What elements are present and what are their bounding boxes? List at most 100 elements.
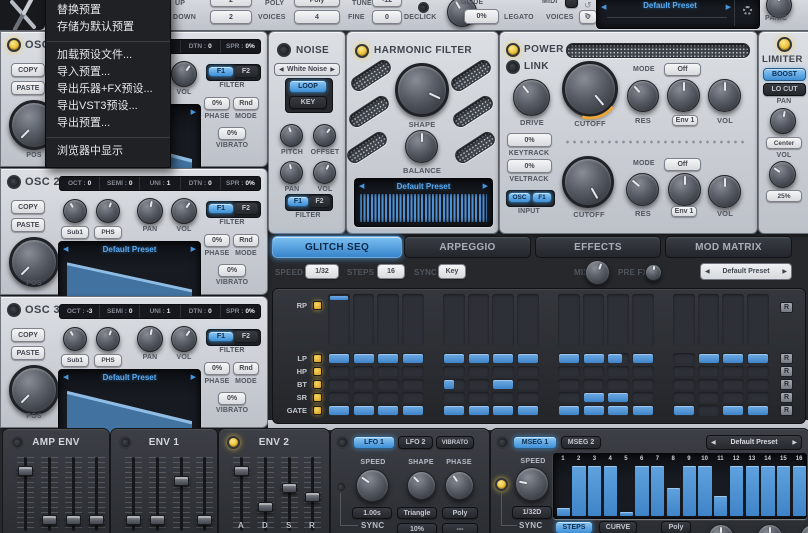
boost-button[interactable]: BOOST bbox=[763, 68, 806, 81]
seq-cell[interactable] bbox=[353, 366, 375, 377]
osc1-spr[interactable]: SPR :0% bbox=[221, 40, 260, 53]
seq-cell[interactable] bbox=[583, 405, 605, 416]
limiter-pan-value[interactable]: Center bbox=[766, 137, 802, 149]
osc1-wave-next-icon[interactable]: ▶ bbox=[191, 108, 196, 116]
mseg-sync-led[interactable] bbox=[495, 478, 508, 491]
seq-cell[interactable] bbox=[673, 379, 695, 390]
limiter-pan-knob[interactable] bbox=[770, 108, 796, 134]
seq-rp-cell[interactable] bbox=[607, 294, 629, 346]
input-f1-button[interactable]: F1 bbox=[532, 192, 552, 203]
mseg-bar[interactable] bbox=[793, 466, 806, 516]
osc1-led[interactable] bbox=[7, 38, 21, 52]
osc3-semi[interactable]: SEMI :0 bbox=[100, 305, 140, 318]
seq-cell[interactable] bbox=[698, 353, 720, 364]
osc3-phs-select[interactable]: PHS bbox=[94, 354, 122, 367]
harmonic-prev-icon[interactable]: ◀ bbox=[359, 182, 364, 190]
tab-lfo1[interactable]: LFO 1 bbox=[353, 436, 395, 449]
osc2-sub-select[interactable]: Sub1 bbox=[61, 226, 89, 239]
mseg-bar[interactable] bbox=[572, 466, 585, 516]
seq-cell[interactable] bbox=[747, 353, 769, 364]
seq-row-reset-button[interactable]: R bbox=[780, 366, 793, 377]
mseg-bar[interactable] bbox=[730, 466, 743, 516]
tab-lfo2[interactable]: LFO 2 bbox=[398, 436, 433, 449]
noise-pitch-knob[interactable] bbox=[280, 124, 303, 147]
mseg-led[interactable] bbox=[496, 436, 509, 449]
redo-icon[interactable]: ↻ bbox=[584, 12, 592, 21]
seq-cell[interactable] bbox=[698, 405, 720, 416]
mode-value-1[interactable]: Off bbox=[664, 63, 701, 76]
osc3-f2-button[interactable]: F2 bbox=[234, 331, 258, 342]
tab-vibrato[interactable]: VIBRATO bbox=[436, 436, 474, 449]
osc2-phs-knob[interactable] bbox=[96, 199, 120, 223]
mseg-bar[interactable] bbox=[651, 466, 664, 516]
seq-cell[interactable] bbox=[558, 405, 580, 416]
seq-rp-cell[interactable] bbox=[747, 294, 769, 346]
seq-rp-cell[interactable] bbox=[377, 294, 399, 346]
seq-cell[interactable] bbox=[328, 392, 350, 403]
seq-cell[interactable] bbox=[492, 379, 514, 390]
mseg-bar[interactable] bbox=[620, 512, 633, 516]
seq-cell[interactable] bbox=[632, 392, 654, 403]
seq-cell[interactable] bbox=[722, 405, 744, 416]
seq-cell[interactable] bbox=[747, 405, 769, 416]
tab-effects[interactable]: EFFECTS bbox=[535, 236, 661, 258]
glide-value[interactable]: 0% bbox=[464, 9, 499, 24]
link-led[interactable] bbox=[506, 60, 520, 74]
osc2-f2-button[interactable]: F2 bbox=[234, 203, 258, 214]
mseg-speed-knob[interactable] bbox=[515, 467, 549, 501]
mix-knob[interactable] bbox=[585, 260, 610, 285]
seq-cell[interactable] bbox=[402, 366, 424, 377]
env-fader-2[interactable] bbox=[150, 515, 165, 525]
osc2-f1-button[interactable]: F1 bbox=[208, 203, 234, 214]
osc2-wave-next-icon[interactable]: ▶ bbox=[191, 245, 196, 253]
osc1-paste-button[interactable]: PASTE bbox=[11, 81, 45, 95]
seq-cell[interactable] bbox=[673, 405, 695, 416]
osc1-phase-value[interactable]: 0% bbox=[204, 97, 230, 110]
seq-cell[interactable] bbox=[747, 379, 769, 390]
osc3-mode-value[interactable]: Rnd bbox=[233, 362, 259, 375]
menu-item[interactable]: 加载预设文件... bbox=[46, 47, 170, 64]
mseg-display[interactable]: 12345678910111213141516 bbox=[553, 453, 807, 519]
seq-cell[interactable] bbox=[583, 379, 605, 390]
noise-type-selector[interactable]: ◀ White Noise ▶ bbox=[274, 63, 340, 76]
noise-prev-icon[interactable]: ◀ bbox=[279, 66, 284, 73]
osc3-paste-button[interactable]: PASTE bbox=[11, 346, 45, 360]
seq-preset-selector[interactable]: ◀ Default Preset ▶ bbox=[700, 263, 792, 280]
veltrack-value[interactable]: 0% bbox=[507, 159, 552, 173]
tab-mseg1[interactable]: MSEG 1 bbox=[513, 436, 557, 449]
fine-value[interactable]: 0 bbox=[372, 10, 402, 24]
res-knob-1[interactable] bbox=[627, 80, 659, 112]
balance-knob[interactable] bbox=[405, 130, 438, 163]
osc3-phase-value[interactable]: 0% bbox=[204, 362, 230, 375]
seq-cell[interactable] bbox=[698, 379, 720, 390]
tab-glitch-seq[interactable]: GLITCH SEQ bbox=[272, 236, 402, 258]
seq-cell[interactable] bbox=[632, 353, 654, 364]
osc2-phase-value[interactable]: 0% bbox=[204, 234, 230, 247]
noise-key-button[interactable]: KEY bbox=[289, 96, 327, 109]
menu-item[interactable]: 浏览器中显示 bbox=[46, 143, 170, 160]
env-amount-knob-2[interactable] bbox=[668, 173, 701, 206]
seq-rp-cell[interactable] bbox=[353, 294, 375, 346]
noise-offset-knob[interactable] bbox=[313, 124, 336, 147]
osc2-pan-knob[interactable] bbox=[137, 198, 163, 224]
harmonic-display[interactable]: ◀ Default Preset ▶ bbox=[354, 178, 493, 227]
osc2-phs-select[interactable]: PHS bbox=[94, 226, 122, 239]
osc2-copy-button[interactable]: COPY bbox=[11, 200, 45, 214]
menu-item[interactable]: 替换预置 bbox=[46, 2, 170, 19]
down-value[interactable]: 2 bbox=[210, 10, 252, 24]
seq-rp-cell[interactable] bbox=[632, 294, 654, 346]
seq-row-reset-button[interactable]: R bbox=[780, 353, 793, 364]
seq-cell[interactable] bbox=[722, 366, 744, 377]
seq-cell[interactable] bbox=[353, 392, 375, 403]
osc2-semi[interactable]: SEMI :0 bbox=[100, 177, 140, 190]
seq-preset-prev-icon[interactable]: ◀ bbox=[705, 268, 710, 275]
sync-value[interactable]: Key bbox=[438, 264, 466, 279]
mseg-bar[interactable] bbox=[714, 496, 727, 516]
seq-cell[interactable] bbox=[698, 392, 720, 403]
env-fader-A[interactable] bbox=[234, 466, 249, 476]
osc2-paste-button[interactable]: PASTE bbox=[11, 218, 45, 232]
seq-cell[interactable] bbox=[402, 353, 424, 364]
osc3-copy-button[interactable]: COPY bbox=[11, 328, 45, 342]
seq-cell[interactable] bbox=[328, 366, 350, 377]
input-osc-button[interactable]: OSC bbox=[508, 192, 531, 203]
